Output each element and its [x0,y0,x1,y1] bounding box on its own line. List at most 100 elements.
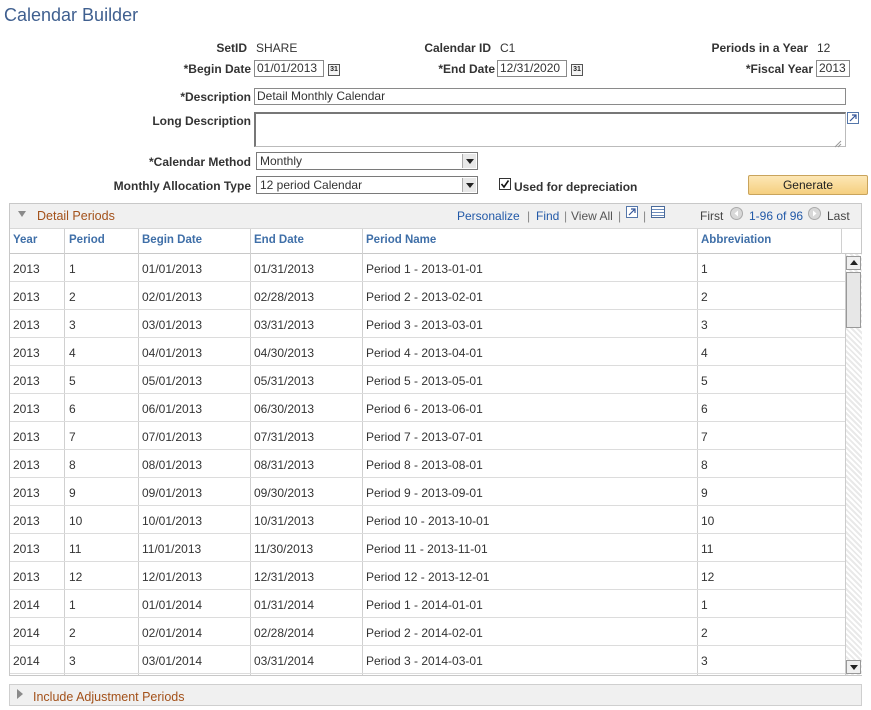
cell-end-date: 03/31/2013 [254,318,315,332]
cell-abbreviation: 1 [701,262,708,276]
cell-end-date: 03/31/2014 [254,654,315,668]
begin-date-input[interactable]: 01/01/2013 [254,60,324,77]
column-header-year[interactable]: Year [13,232,37,254]
table-row: 2013 5 05/01/2013 05/31/2013 Period 5 - 2013… [10,366,845,394]
description-label: *Description [180,90,251,104]
cell-end-date: 01/31/2014 [254,598,315,612]
cell-period-name: Period 5 - 2013-05-01 [366,374,483,388]
column-divider [841,229,842,254]
adjustment-periods-title[interactable]: Include Adjustment Periods [33,690,184,704]
cell-period: 2 [69,290,76,304]
cell-abbreviation: 3 [701,318,708,332]
cell-begin-date: 11/01/2013 [142,542,202,556]
end-date-input[interactable]: 12/31/2020 [497,60,567,77]
resize-handle-icon[interactable] [834,137,842,148]
cell-year: 2013 [13,318,40,332]
column-header-end-date[interactable]: End Date [254,232,304,254]
calendar-id-label: Calendar ID [424,41,491,55]
table-row: 2013 9 09/01/2013 09/30/2013 Period 9 - 2013… [10,478,845,506]
find-link[interactable]: Find [536,209,559,223]
description-input[interactable]: Detail Monthly Calendar [254,88,846,105]
cell-begin-date: 07/01/2013 [142,430,203,444]
allocation-type-select[interactable]: 12 period Calendar [256,176,478,194]
cell-begin-date: 03/01/2014 [142,654,203,668]
cell-period-name: Period 9 - 2013-09-01 [366,486,483,500]
previous-icon[interactable] [730,207,743,220]
cell-period: 2 [69,626,76,640]
cell-period-name: Period 6 - 2013-06-01 [366,402,483,416]
scroll-up-icon[interactable] [846,256,861,270]
setid-label: SetID [216,41,247,55]
collapse-icon[interactable] [18,211,26,217]
scrollbar-thumb[interactable] [846,272,861,328]
cell-begin-date: 05/01/2013 [142,374,203,388]
cell-end-date: 05/31/2013 [254,374,315,388]
cell-abbreviation: 5 [701,374,708,388]
expand-icon[interactable] [17,689,23,699]
cell-end-date: 02/28/2014 [254,626,315,640]
begin-date-label: *Begin Date [183,62,251,76]
cell-period-name: Period 2 - 2014-02-01 [366,626,483,640]
table-row: 2013 2 02/01/2013 02/28/2013 Period 2 - 2013… [10,282,845,310]
cell-year: 2014 [13,654,40,668]
cell-period: 10 [69,514,83,528]
cell-period: 8 [69,458,76,472]
cell-abbreviation: 3 [701,654,708,668]
cell-end-date: 11/30/2013 [254,542,314,556]
view-all-link[interactable]: View All [571,209,613,223]
cell-end-date: 06/30/2013 [254,402,315,416]
cell-period: 3 [69,318,76,332]
depreciation-checkbox[interactable] [499,178,511,190]
cell-begin-date: 09/01/2013 [142,486,203,500]
cell-period-name: Period 1 - 2014-01-01 [366,598,483,612]
cell-abbreviation: 1 [701,598,708,612]
table-row: 2013 10 10/01/2013 10/31/2013 Period 10 - 20… [10,506,845,534]
column-header-period-name[interactable]: Period Name [366,232,436,254]
end-date-calendar-icon[interactable]: 31 [571,64,583,76]
cell-year: 2013 [13,514,40,528]
cell-period-name: Period 10 - 2013-10-01 [366,514,490,528]
separator: | [643,209,647,223]
cell-period: 3 [69,654,76,668]
chevron-down-icon [462,154,476,168]
grid-title[interactable]: Detail Periods [37,209,115,223]
new-window-icon[interactable] [626,206,638,218]
fiscal-year-input[interactable]: 2013 [816,60,850,77]
cell-period: 7 [69,430,76,444]
allocation-type-label: Monthly Allocation Type [113,179,251,193]
calendar-method-label: *Calendar Method [148,155,251,169]
table-row: 2013 7 07/01/2013 07/31/2013 Period 7 - 2013… [10,422,845,450]
cell-year: 2013 [13,570,40,584]
column-header-begin-date[interactable]: Begin Date [142,232,202,254]
column-header-abbreviation[interactable]: Abbreviation [701,232,771,254]
long-description-textarea[interactable] [254,112,846,147]
cell-period: 11 [69,542,82,556]
cell-begin-date: 01/01/2014 [142,598,203,612]
cell-year: 2013 [13,486,40,500]
personalize-link[interactable]: Personalize [457,209,520,223]
page-title: Calendar Builder [4,5,139,25]
cell-year: 2013 [13,290,40,304]
cell-period: 5 [69,374,76,388]
next-icon[interactable] [808,207,821,220]
range-label: 1-96 of 96 [749,209,804,223]
calendar-method-select[interactable]: Monthly [256,152,478,170]
cell-period: 1 [69,262,76,276]
cell-begin-date: 12/01/2013 [142,570,203,584]
separator: | [527,209,531,223]
cell-abbreviation: 4 [701,346,708,360]
first-label[interactable]: First [700,209,723,223]
periods-value: 12 [817,41,831,55]
download-grid-icon[interactable] [651,206,665,218]
table-row: 2013 4 04/01/2013 04/30/2013 Period 4 - 2013… [10,338,845,366]
column-header-period[interactable]: Period [69,232,105,254]
cell-year: 2013 [13,402,40,416]
cell-period-name: Period 1 - 2013-01-01 [366,262,483,276]
expand-icon[interactable] [847,112,859,124]
last-label[interactable]: Last [827,209,850,223]
cell-period-name: Period 3 - 2013-03-01 [366,318,483,332]
scroll-down-icon[interactable] [846,660,861,674]
generate-button[interactable]: Generate [748,175,868,195]
begin-date-calendar-icon[interactable]: 31 [328,64,340,76]
table-row: 2013 8 08/01/2013 08/31/2013 Period 8 - 2013… [10,450,845,478]
